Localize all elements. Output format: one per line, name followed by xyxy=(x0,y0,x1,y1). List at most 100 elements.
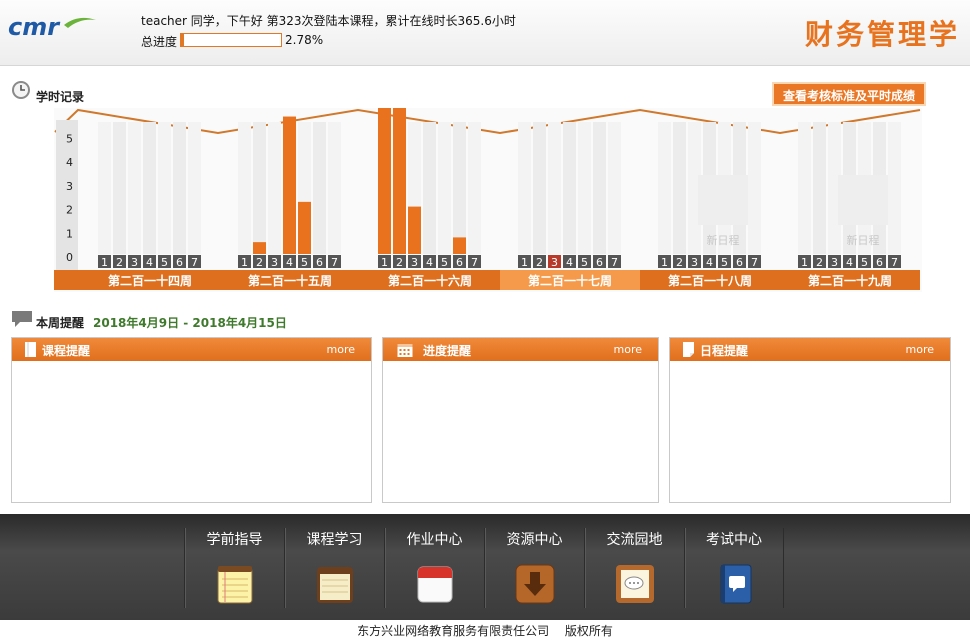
day-column xyxy=(128,122,141,254)
bar xyxy=(298,201,311,254)
day-column xyxy=(798,122,811,254)
nav-label: 作业中心 xyxy=(406,532,463,548)
nav-homework[interactable]: 作业中心 xyxy=(384,528,484,608)
course-title: 财务管理学 xyxy=(804,18,960,51)
day-label: 5 xyxy=(861,256,868,269)
day-column xyxy=(548,122,561,254)
more-link[interactable]: more xyxy=(906,343,935,356)
greeting-text: teacher 同学，下午好 第323次登陆本课程，累计在线时长365.6小时 xyxy=(141,14,516,28)
y-tick-label: 3 xyxy=(66,180,73,193)
day-label: 7 xyxy=(611,256,618,269)
day-label: 7 xyxy=(751,256,758,269)
nav-course-study[interactable]: 课程学习 xyxy=(284,528,384,608)
day-column xyxy=(268,122,281,254)
day-column xyxy=(673,122,686,254)
day-label: 3 xyxy=(551,256,558,269)
day-column xyxy=(563,122,576,254)
day-label: 1 xyxy=(101,256,108,269)
progress-label: 总进度 xyxy=(141,35,178,49)
day-column xyxy=(438,122,451,254)
day-label: 4 xyxy=(566,256,573,269)
day-label: 3 xyxy=(271,256,278,269)
y-tick-label: 1 xyxy=(66,227,73,240)
day-column xyxy=(313,122,326,254)
day-label: 5 xyxy=(301,256,308,269)
bar xyxy=(393,108,406,254)
day-label: 6 xyxy=(316,256,323,269)
day-column xyxy=(453,122,466,254)
day-label: 5 xyxy=(721,256,728,269)
nav-label: 学前指导 xyxy=(206,532,263,548)
download-icon xyxy=(515,564,555,604)
panel-header: 课程提醒 more xyxy=(12,338,371,361)
nav-label: 资源中心 xyxy=(506,532,563,548)
day-label: 6 xyxy=(736,256,743,269)
y-tick-label: 0 xyxy=(66,251,73,264)
day-column xyxy=(158,122,171,254)
day-label: 3 xyxy=(691,256,698,269)
bar xyxy=(408,206,421,254)
day-label: 4 xyxy=(146,256,153,269)
progress-percent: 2.78% xyxy=(285,33,324,47)
progress-reminder-panel: 进度提醒 more xyxy=(382,337,659,503)
footer-rights: 版权所有 xyxy=(564,624,613,638)
day-label: 2 xyxy=(676,256,683,269)
day-label: 3 xyxy=(831,256,838,269)
nav-exam[interactable]: 考试中心 xyxy=(684,528,784,608)
day-column xyxy=(98,122,111,254)
day-label: 1 xyxy=(241,256,248,269)
day-label: 2 xyxy=(536,256,543,269)
bar xyxy=(283,116,296,254)
day-label: 2 xyxy=(256,256,263,269)
calendar-grid-icon xyxy=(397,344,413,357)
bar xyxy=(253,242,266,254)
header: cmr teacher 同学，下午好 第323次登陆本课程，累计在线时长365.… xyxy=(0,0,970,66)
day-label: 6 xyxy=(876,256,883,269)
day-label: 4 xyxy=(706,256,713,269)
day-label: 7 xyxy=(891,256,898,269)
day-column xyxy=(423,122,436,254)
week-label: 第二百一十九周 xyxy=(808,273,892,288)
day-column xyxy=(468,122,481,254)
notepad-icon xyxy=(217,566,253,604)
view-score-button[interactable]: 查看考核标准及平时成绩 xyxy=(772,82,926,106)
day-column xyxy=(113,122,126,254)
record-title: 学时记录 xyxy=(36,90,85,104)
bar xyxy=(453,237,466,254)
day-label: 5 xyxy=(581,256,588,269)
new-schedule-label: 新日程 xyxy=(707,233,740,247)
day-label: 6 xyxy=(456,256,463,269)
panel-header: 进度提醒 more xyxy=(383,338,658,361)
day-label: 1 xyxy=(661,256,668,269)
page-icon xyxy=(683,342,694,357)
day-column xyxy=(748,122,761,254)
day-label: 1 xyxy=(381,256,388,269)
more-link[interactable]: more xyxy=(614,343,643,356)
day-label: 5 xyxy=(441,256,448,269)
more-link[interactable]: more xyxy=(327,343,356,356)
day-column xyxy=(188,122,201,254)
speech-bubble-icon xyxy=(12,311,32,327)
cmr-logo: cmr xyxy=(8,13,96,41)
day-label: 4 xyxy=(846,256,853,269)
day-column xyxy=(253,122,266,254)
panel-header: 日程提醒 more xyxy=(670,338,950,361)
chat-board-icon xyxy=(616,565,654,603)
nav-pre-study[interactable]: 学前指导 xyxy=(184,528,284,608)
day-label: 1 xyxy=(801,256,808,269)
nav-community[interactable]: 交流园地 xyxy=(584,528,684,608)
day-label: 7 xyxy=(471,256,478,269)
nav-resources[interactable]: 资源中心 xyxy=(484,528,584,608)
day-label: 4 xyxy=(286,256,293,269)
calendar-icon xyxy=(417,566,453,603)
week-label: 第二百一十四周 xyxy=(108,273,192,288)
day-column xyxy=(173,122,186,254)
day-column xyxy=(888,122,901,254)
day-label: 2 xyxy=(116,256,123,269)
day-label: 4 xyxy=(426,256,433,269)
day-column xyxy=(593,122,606,254)
schedule-reminder-panel: 日程提醒 more xyxy=(669,337,951,503)
week-label: 第二百一十八周 xyxy=(668,273,752,288)
day-column xyxy=(518,122,531,254)
y-tick-label: 4 xyxy=(66,156,73,169)
